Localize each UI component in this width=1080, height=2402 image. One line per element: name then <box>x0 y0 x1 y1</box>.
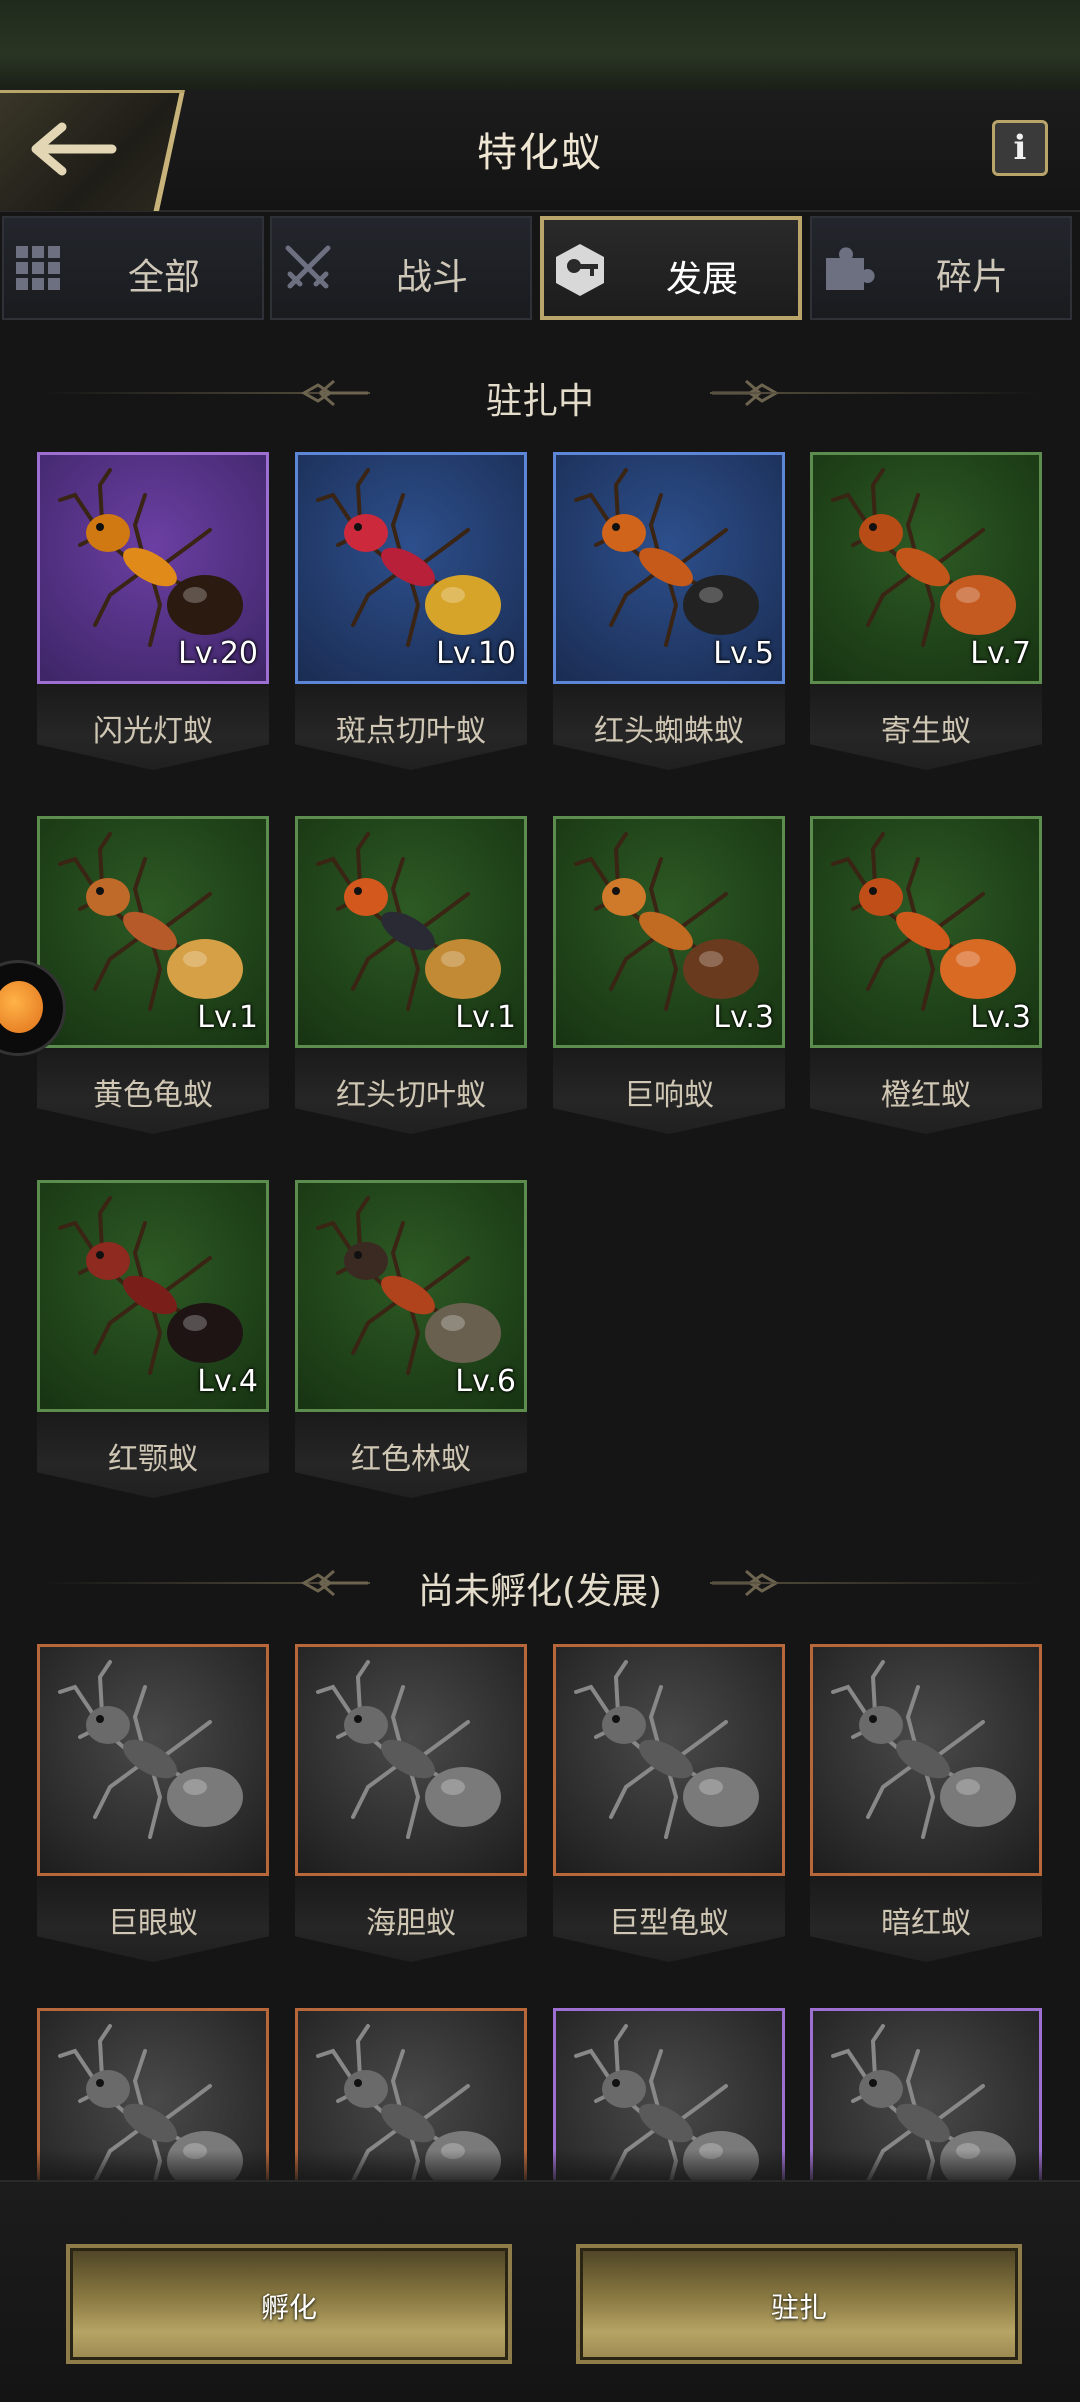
header-bar: 特化蚁 i <box>0 90 1080 212</box>
grid-icon <box>16 246 60 290</box>
ant-name: 橙红蚁 <box>881 1078 971 1113</box>
ant-level-badge: Lv.7 <box>970 636 1031 671</box>
ant-card[interactable]: 暗红蚁 <box>810 1644 1042 1974</box>
section-title-unhatched: 尚未孵化(发展) <box>417 1571 663 1612</box>
ant-illustration <box>574 1660 759 1839</box>
fish-mascot-icon <box>0 981 43 1033</box>
divider-line <box>710 1582 1040 1584</box>
ant-thumbnail <box>553 1644 785 1876</box>
ant-name: 闪光灯蚁 <box>93 714 213 749</box>
ant-name: 红颚蚁 <box>108 1442 198 1477</box>
ant-thumbnail: Lv.1 <box>37 816 269 1048</box>
info-button[interactable]: i <box>992 120 1048 176</box>
ant-thumbnail: Lv.4 <box>37 1180 269 1412</box>
ant-name-plate: 红色林蚁 <box>295 1412 527 1498</box>
ant-name: 暗红蚁 <box>881 1906 971 1941</box>
ant-card[interactable]: Lv.6 红色林蚁 <box>295 1180 527 1510</box>
section-header-stationed: 驻扎中 <box>0 364 1080 424</box>
puzzle-piece-icon <box>826 247 875 290</box>
ant-thumbnail <box>295 1644 527 1876</box>
ant-thumbnail: Lv.10 <box>295 452 527 684</box>
ant-level-badge: Lv.5 <box>713 636 774 671</box>
ant-level-badge: Lv.10 <box>436 636 516 671</box>
tab-development[interactable]: 发展 <box>540 216 802 320</box>
crossed-swords-icon <box>285 245 331 289</box>
tab-development-label: 发展 <box>665 259 738 300</box>
ant-name: 巨眼蚁 <box>108 1906 198 1941</box>
ant-card[interactable]: Lv.1 黄色龟蚁 <box>37 816 269 1146</box>
ant-name: 斑点切叶蚁 <box>336 714 486 749</box>
station-button-label: 驻扎 <box>770 2291 827 2324</box>
ant-thumbnail: Lv.5 <box>553 452 785 684</box>
tab-fragments[interactable]: 碎片 <box>810 216 1072 320</box>
top-banner <box>0 0 1080 90</box>
ant-name-plate: 斑点切叶蚁 <box>295 684 527 770</box>
ant-card[interactable]: Lv.1 红头切叶蚁 <box>295 816 527 1146</box>
ant-name-plate: 巨响蚁 <box>553 1048 785 1134</box>
ant-name-plate: 黄色龟蚁 <box>37 1048 269 1134</box>
ant-thumbnail <box>37 1644 269 1876</box>
ant-card[interactable]: 巨眼蚁 <box>37 1644 269 1974</box>
ant-name: 巨响蚁 <box>624 1078 714 1113</box>
tab-fragments-label: 碎片 <box>935 257 1008 298</box>
ant-level-badge: Lv.1 <box>197 1000 258 1035</box>
ant-illustration <box>58 1660 243 1839</box>
ant-name-plate: 闪光灯蚁 <box>37 684 269 770</box>
ant-thumbnail: Lv.3 <box>810 816 1042 1048</box>
station-button[interactable]: 驻扎 <box>576 2244 1022 2364</box>
ant-name: 海胆蚁 <box>366 1906 456 1941</box>
ant-name: 红色林蚁 <box>351 1442 471 1477</box>
ant-name: 巨型龟蚁 <box>609 1906 729 1941</box>
ant-level-badge: Lv.20 <box>178 636 258 671</box>
ant-thumbnail: Lv.3 <box>553 816 785 1048</box>
ant-card[interactable]: Lv.4 红颚蚁 <box>37 1180 269 1510</box>
ant-name-plate: 红头切叶蚁 <box>295 1048 527 1134</box>
ant-illustration <box>831 1660 1016 1839</box>
ant-card[interactable]: 巨型龟蚁 <box>553 1644 785 1974</box>
ant-card[interactable]: Lv.5 红头蜘蛛蚁 <box>553 452 785 782</box>
ant-name-plate: 红头蜘蛛蚁 <box>553 684 785 770</box>
ant-card[interactable]: 海胆蚁 <box>295 1644 527 1974</box>
ant-name: 红头切叶蚁 <box>336 1078 486 1113</box>
ant-thumbnail: Lv.1 <box>295 816 527 1048</box>
tab-all[interactable]: 全部 <box>2 216 264 320</box>
ant-name-plate: 寄生蚁 <box>810 684 1042 770</box>
ant-level-badge: Lv.3 <box>970 1000 1031 1035</box>
ant-card[interactable]: Lv.7 寄生蚁 <box>810 452 1042 782</box>
ant-level-badge: Lv.3 <box>713 1000 774 1035</box>
ant-level-badge: Lv.1 <box>455 1000 516 1035</box>
ant-name: 寄生蚁 <box>881 714 971 749</box>
tab-battle[interactable]: 战斗 <box>270 216 532 320</box>
ant-thumbnail: Lv.20 <box>37 452 269 684</box>
section-title-stationed: 驻扎中 <box>485 381 594 422</box>
ant-illustration <box>316 1660 501 1839</box>
ant-name-plate: 巨眼蚁 <box>37 1876 269 1962</box>
ant-level-badge: Lv.6 <box>455 1364 516 1399</box>
ant-thumbnail: Lv.6 <box>295 1180 527 1412</box>
tab-all-label: 全部 <box>127 257 200 298</box>
ant-name-plate: 橙红蚁 <box>810 1048 1042 1134</box>
ant-level-badge: Lv.4 <box>197 1364 258 1399</box>
ant-thumbnail <box>810 1644 1042 1876</box>
ant-card[interactable]: Lv.3 橙红蚁 <box>810 816 1042 1146</box>
bottom-action-bar: 孵化 驻扎 <box>0 2180 1080 2402</box>
ant-card[interactable]: Lv.3 巨响蚁 <box>553 816 785 1146</box>
hatch-button-label: 孵化 <box>260 2291 317 2324</box>
ant-name: 红头蜘蛛蚁 <box>594 714 744 749</box>
ant-card[interactable]: Lv.10 斑点切叶蚁 <box>295 452 527 782</box>
hexagon-key-icon <box>556 244 604 296</box>
ant-name-plate: 海胆蚁 <box>295 1876 527 1962</box>
divider-line <box>710 392 1040 394</box>
ant-name: 黄色龟蚁 <box>93 1078 213 1113</box>
section-header-unhatched: 尚未孵化(发展) <box>0 1554 1080 1614</box>
ant-name-plate: 巨型龟蚁 <box>553 1876 785 1962</box>
ant-thumbnail: Lv.7 <box>810 452 1042 684</box>
ant-name-plate: 暗红蚁 <box>810 1876 1042 1962</box>
page-title: 特化蚁 <box>477 130 603 176</box>
hatch-button[interactable]: 孵化 <box>66 2244 512 2364</box>
tab-battle-label: 战斗 <box>395 257 468 298</box>
ant-name-plate: 红颚蚁 <box>37 1412 269 1498</box>
tab-bar: 全部 战斗 发展 碎片 <box>0 216 1080 326</box>
ant-card[interactable]: Lv.20 闪光灯蚁 <box>37 452 269 782</box>
